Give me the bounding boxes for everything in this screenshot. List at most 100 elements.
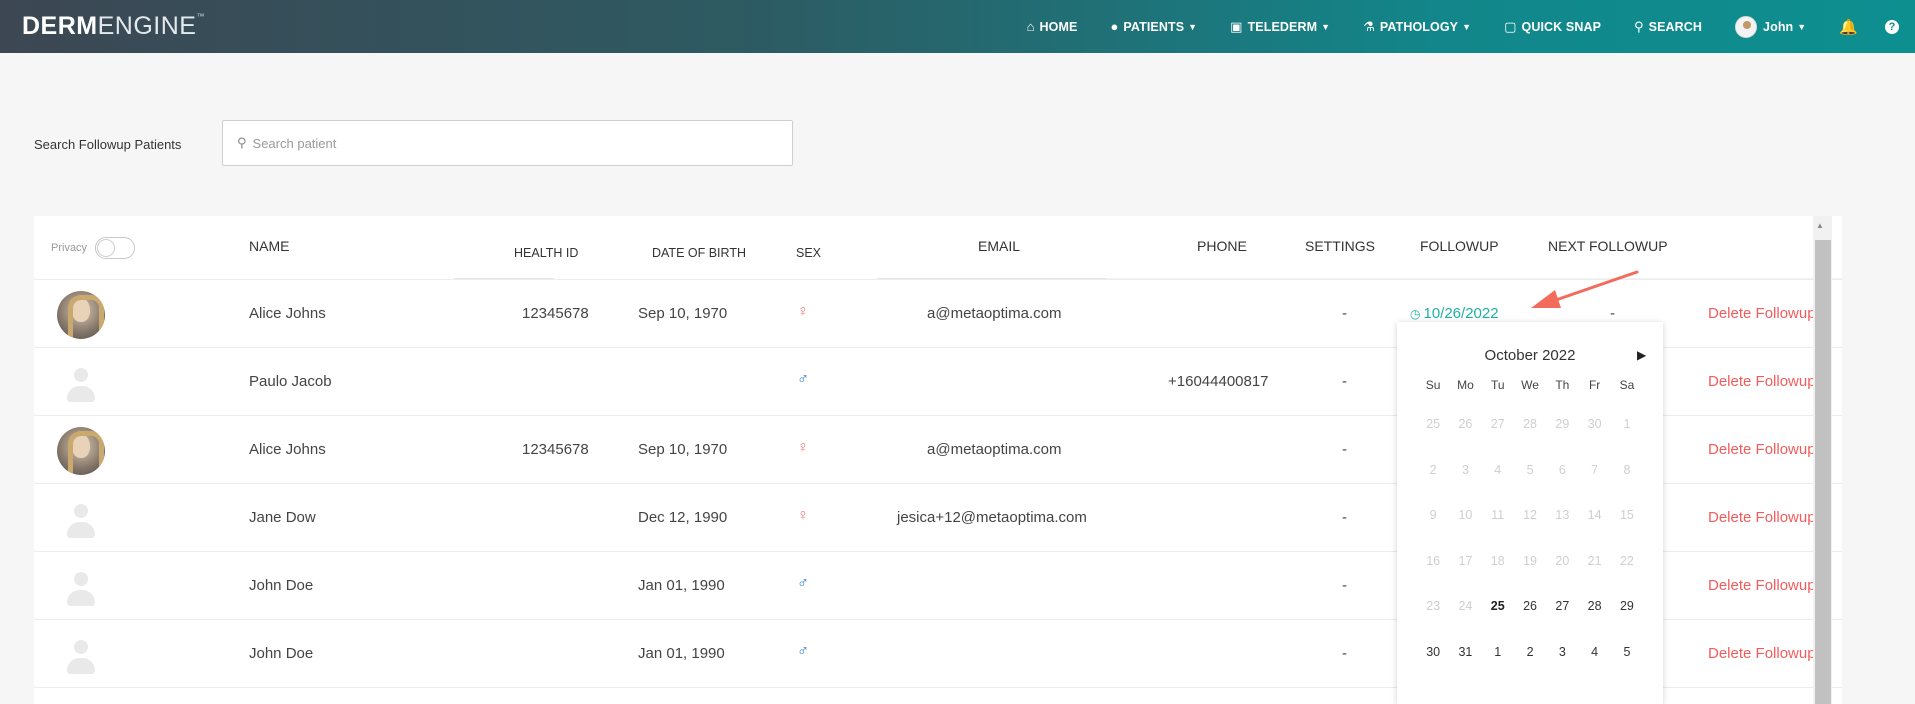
delete-followup-button[interactable]: Delete Followup: [1708, 305, 1816, 322]
followup-date: 10/26/2022: [1423, 305, 1499, 322]
delete-followup-button[interactable]: Delete Followup: [1708, 577, 1816, 594]
email: a@metaoptima.com: [927, 305, 1062, 322]
patient-name[interactable]: Paulo Jacob: [249, 373, 332, 390]
col-header-health-id[interactable]: HEALTH ID: [514, 246, 578, 260]
datepicker-day[interactable]: 5: [1514, 448, 1546, 494]
delete-followup-button[interactable]: Delete Followup: [1708, 441, 1816, 458]
col-header-email[interactable]: EMAIL: [978, 238, 1020, 254]
health-id: 12345678: [522, 305, 589, 322]
datepicker-day[interactable]: 26: [1514, 584, 1546, 630]
microscope-icon: ⚗: [1363, 18, 1375, 34]
patient-name[interactable]: John Doe: [249, 577, 313, 594]
date-of-birth: Jan 01, 1990: [638, 577, 725, 594]
col-header-phone[interactable]: PHONE: [1197, 238, 1247, 254]
datepicker-day[interactable]: 29: [1546, 402, 1578, 448]
followup-date-link[interactable]: ◷ 10/26/2022: [1410, 305, 1499, 322]
table-scrollbar-thumb[interactable]: [1815, 240, 1831, 704]
female-icon: ♀: [797, 507, 809, 524]
datepicker-grid: Su Mo Tu We Th Fr Sa 25 26 27 28 29 30 1 2 3 4 5 6 7 8 9 10 11 1…: [1417, 378, 1643, 675]
scroll-up-icon[interactable]: ▲: [1816, 221, 1824, 230]
patient-name[interactable]: Alice Johns: [249, 305, 326, 322]
datepicker-day[interactable]: 4: [1578, 630, 1610, 676]
help-icon[interactable]: ?: [1885, 19, 1899, 34]
datepicker-day[interactable]: 30: [1417, 630, 1449, 676]
datepicker-day[interactable]: 8: [1611, 448, 1643, 494]
nav-quick-snap[interactable]: ▢ QUICK SNAP: [1504, 19, 1601, 35]
datepicker-day[interactable]: 1: [1611, 402, 1643, 448]
delete-followup-button[interactable]: Delete Followup: [1708, 645, 1816, 662]
app-logo[interactable]: DERMENGINE™: [22, 12, 205, 41]
datepicker-day[interactable]: 30: [1578, 402, 1610, 448]
datepicker-day[interactable]: 3: [1546, 630, 1578, 676]
user-avatar: [1735, 15, 1758, 38]
datepicker-day[interactable]: 20: [1546, 539, 1578, 585]
nav-telederm-label: TELEDERM: [1247, 19, 1318, 34]
avatar: [57, 359, 105, 407]
nav-user-menu[interactable]: John ▼: [1735, 15, 1806, 38]
female-icon: ♀: [797, 303, 809, 320]
arrow-shaft: [1551, 270, 1639, 303]
search-input[interactable]: [252, 135, 753, 151]
datepicker-day[interactable]: 6: [1546, 448, 1578, 494]
nav-pathology[interactable]: ⚗ PATHOLOGY ▼: [1363, 19, 1471, 35]
patient-name[interactable]: Alice Johns: [249, 441, 326, 458]
datepicker-day[interactable]: 26: [1449, 402, 1481, 448]
datepicker-day[interactable]: 1: [1482, 630, 1514, 676]
datepicker-day[interactable]: 25: [1417, 402, 1449, 448]
home-icon: ⌂: [1026, 19, 1035, 34]
datepicker-day[interactable]: 13: [1546, 493, 1578, 539]
datepicker-day[interactable]: 14: [1578, 493, 1610, 539]
col-header-followup[interactable]: FOLLOWUP: [1420, 238, 1499, 254]
patient-name[interactable]: Jane Dow: [249, 509, 316, 526]
delete-followup-button[interactable]: Delete Followup: [1708, 509, 1816, 526]
datepicker-day[interactable]: 29: [1611, 584, 1643, 630]
arrow-head: [1531, 290, 1561, 308]
nav-telederm[interactable]: ▣ TELEDERM ▼: [1230, 19, 1330, 35]
datepicker-day[interactable]: 25: [1482, 584, 1514, 630]
camera-icon: ▢: [1504, 18, 1517, 34]
datepicker-day[interactable]: 23: [1417, 584, 1449, 630]
nav-search-label: SEARCH: [1648, 19, 1703, 34]
datepicker-day[interactable]: 28: [1514, 402, 1546, 448]
datepicker-day[interactable]: 18: [1482, 539, 1514, 585]
datepicker-next-icon[interactable]: ▶: [1637, 348, 1646, 362]
datepicker-weekday: We: [1521, 378, 1539, 392]
datepicker-day[interactable]: 3: [1449, 448, 1481, 494]
male-icon: ♂: [797, 575, 809, 592]
phone: +16044400817: [1168, 373, 1269, 390]
delete-followup-button[interactable]: Delete Followup: [1708, 373, 1816, 390]
notification-bell-icon[interactable]: 🔔: [1839, 18, 1858, 36]
col-header-sex[interactable]: SEX: [796, 246, 821, 260]
privacy-toggle[interactable]: [95, 237, 136, 259]
datepicker-day[interactable]: 11: [1482, 493, 1514, 539]
patient-name[interactable]: John Doe: [249, 645, 313, 662]
datepicker-day[interactable]: 22: [1611, 539, 1643, 585]
datepicker-day[interactable]: 15: [1611, 493, 1643, 539]
datepicker-day[interactable]: 2: [1417, 448, 1449, 494]
col-header-settings[interactable]: SETTINGS: [1305, 238, 1375, 254]
col-header-dob[interactable]: DATE OF BIRTH: [652, 246, 746, 260]
datepicker-day[interactable]: 28: [1578, 584, 1610, 630]
datepicker-day[interactable]: 27: [1482, 402, 1514, 448]
privacy-toggle-wrap: Privacy: [51, 237, 136, 259]
datepicker-day[interactable]: 27: [1546, 584, 1578, 630]
datepicker-day[interactable]: 19: [1514, 539, 1546, 585]
datepicker-day[interactable]: 24: [1449, 584, 1481, 630]
datepicker-day[interactable]: 4: [1482, 448, 1514, 494]
nav-home[interactable]: ⌂ HOME: [1027, 19, 1078, 34]
datepicker-day[interactable]: 9: [1417, 493, 1449, 539]
nav-search[interactable]: ⚲ SEARCH: [1634, 19, 1702, 35]
datepicker-day[interactable]: 10: [1449, 493, 1481, 539]
datepicker-day[interactable]: 31: [1449, 630, 1481, 676]
search-box[interactable]: ⚲: [222, 120, 793, 166]
nav-patients[interactable]: ● PATIENTS ▼: [1110, 19, 1197, 34]
datepicker-day[interactable]: 17: [1449, 539, 1481, 585]
datepicker-day[interactable]: 21: [1578, 539, 1610, 585]
col-header-next-followup[interactable]: NEXT FOLLOWUP: [1548, 238, 1668, 254]
datepicker-day[interactable]: 12: [1514, 493, 1546, 539]
datepicker-day[interactable]: 5: [1611, 630, 1643, 676]
col-header-name[interactable]: NAME: [249, 238, 289, 254]
datepicker-day[interactable]: 7: [1578, 448, 1610, 494]
datepicker-day[interactable]: 16: [1417, 539, 1449, 585]
datepicker-day[interactable]: 2: [1514, 630, 1546, 676]
